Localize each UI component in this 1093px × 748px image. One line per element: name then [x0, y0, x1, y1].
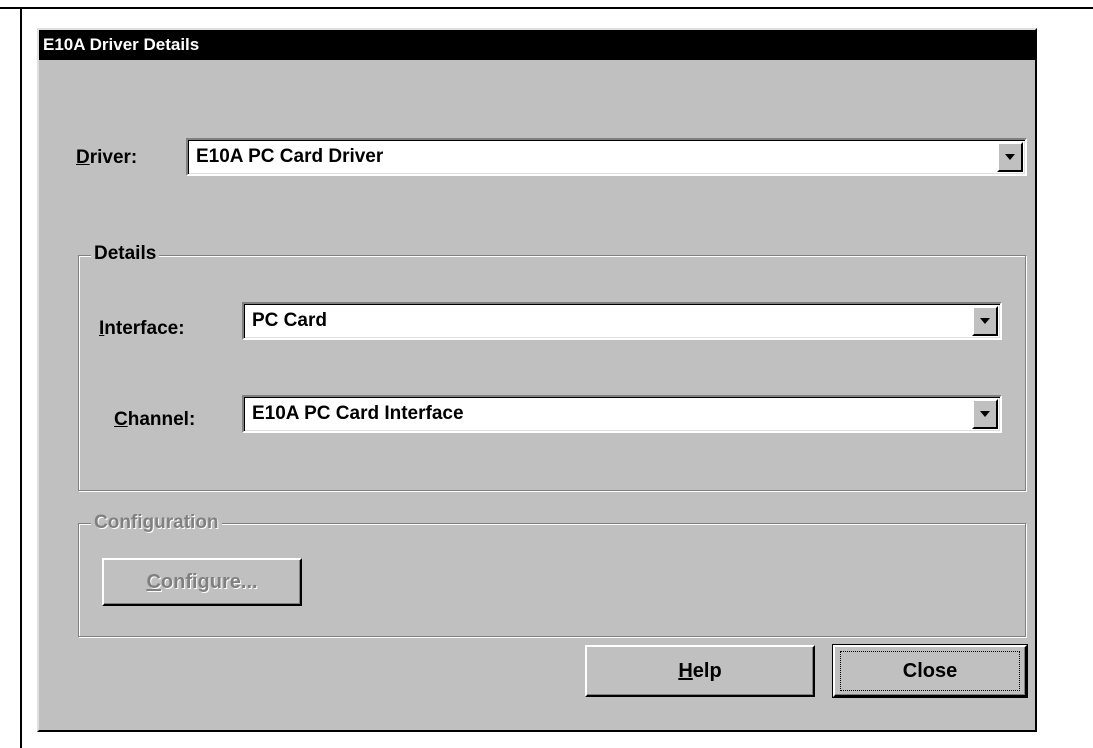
- channel-label: Channel:: [114, 409, 195, 431]
- interface-label-text: nterface:: [104, 318, 185, 339]
- dropdown-arrow-icon: [1005, 154, 1015, 160]
- configure-button-label: Configure...: [146, 571, 257, 594]
- channel-dropdown[interactable]: E10A PC Card Interface: [242, 395, 1002, 433]
- channel-label-accelerator: C: [114, 409, 128, 430]
- channel-dropdown-button[interactable]: [972, 399, 998, 429]
- interface-dropdown-button[interactable]: [972, 306, 998, 336]
- dialog-title-bar[interactable]: E10A Driver Details: [39, 30, 1035, 60]
- focus-rectangle: [840, 651, 1020, 691]
- configuration-group-label: Configuration: [91, 512, 222, 534]
- channel-dropdown-value: E10A PC Card Interface: [252, 403, 464, 424]
- interface-dropdown[interactable]: PC Card: [242, 302, 1002, 340]
- help-button[interactable]: Help: [585, 645, 815, 697]
- help-button-text: elp: [692, 659, 722, 682]
- interface-label: Interface:: [99, 318, 185, 340]
- details-group-label: Details: [91, 243, 160, 265]
- driver-details-dialog: E10A Driver Details Driver: E10A PC Card…: [37, 28, 1037, 732]
- outer-frame-top-rule: [0, 7, 1093, 9]
- help-button-accelerator: H: [678, 659, 693, 682]
- driver-dropdown-value: E10A PC Card Driver: [196, 146, 384, 167]
- details-group: [78, 255, 1026, 491]
- driver-dropdown[interactable]: E10A PC Card Driver: [186, 138, 1027, 176]
- dropdown-arrow-icon: [980, 411, 990, 417]
- outer-frame-left-rule: [20, 7, 22, 748]
- channel-label-text: hannel:: [127, 409, 196, 430]
- configure-button-accelerator: C: [146, 570, 161, 593]
- dialog-title: E10A Driver Details: [43, 35, 200, 54]
- driver-label-text: river:: [89, 147, 138, 168]
- driver-label-accelerator: D: [76, 147, 90, 168]
- interface-dropdown-value: PC Card: [252, 310, 327, 331]
- configure-button-text: onfigure...: [160, 570, 258, 593]
- configure-button[interactable]: Configure...: [102, 558, 302, 606]
- close-button[interactable]: Close: [832, 644, 1028, 698]
- dropdown-arrow-icon: [980, 318, 990, 324]
- driver-dropdown-button[interactable]: [997, 142, 1023, 172]
- driver-label: Driver:: [76, 147, 137, 169]
- help-button-label: Help: [678, 660, 721, 683]
